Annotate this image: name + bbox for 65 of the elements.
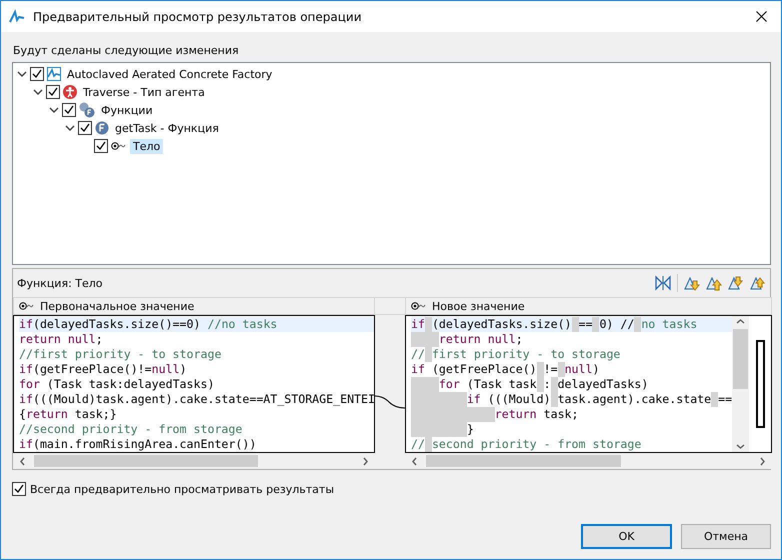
previous-change-icon[interactable] [706, 275, 722, 291]
tree-item[interactable]: Autoclaved Aerated Concrete Factory [64, 66, 276, 82]
scroll-right-icon[interactable] [362, 456, 369, 466]
code-line: return null; [19, 332, 104, 347]
code-line: if (getFreePlace() != null) [411, 362, 600, 377]
tree-item[interactable]: Функции [98, 102, 156, 118]
model-icon [47, 67, 61, 81]
window-title: Предварительный просмотр результатов операции [33, 10, 363, 24]
person-icon [63, 85, 77, 99]
new-value-label: Новое значение [432, 300, 525, 312]
code-line: for (Task task:delayedTasks) [19, 377, 216, 392]
code-line: {return task;} [19, 407, 118, 422]
code-line: } [411, 422, 732, 437]
code-line: // first priority - to storage [411, 347, 622, 362]
code-line: //first priority - to storage [19, 347, 222, 362]
ok-button[interactable]: OK [581, 524, 672, 549]
function-icon [95, 121, 109, 135]
tree-item[interactable]: getTask - Функция [112, 120, 222, 136]
next-change-icon[interactable] [684, 275, 700, 291]
scroll-left-icon[interactable] [19, 456, 26, 466]
compare-title: Функция: Тело [17, 276, 104, 290]
functions-icon [79, 102, 95, 118]
tree-checkbox[interactable] [94, 139, 108, 153]
original-value-label: Первоначальное значение [40, 300, 194, 312]
tree-checkbox[interactable] [62, 103, 76, 117]
changes-label: Будут сделаны следующие изменения [13, 44, 240, 57]
code-line: if(((Mould)task.agent).cake.state==AT_STORAGE_ENTEI [19, 392, 374, 407]
tree-checkbox[interactable] [46, 85, 60, 99]
whitespace-change-mark [711, 392, 718, 407]
scrollbar-thumb[interactable] [426, 455, 622, 467]
tree-item[interactable]: Тело [130, 138, 164, 154]
whitespace-change-mark [592, 317, 600, 332]
code-line: return task; [411, 407, 732, 422]
scroll-down-icon[interactable] [736, 443, 746, 450]
scroll-right-icon[interactable] [759, 456, 766, 466]
code-line: // second priority - from storage [411, 437, 642, 452]
close-icon[interactable] [756, 11, 767, 22]
swap-sides-icon[interactable] [655, 275, 671, 291]
diff-connector-line [375, 395, 405, 409]
always-preview-checkbox[interactable] [12, 482, 26, 496]
app-logo-icon [9, 8, 25, 24]
code-line: if(main.fromRisingArea.canEnter()) [19, 437, 258, 452]
code-body-icon [111, 142, 127, 150]
scroll-up-icon[interactable] [736, 318, 746, 325]
code-line: return null; [411, 332, 732, 347]
code-line: //second priority - from storage [19, 422, 244, 437]
tree-item[interactable]: Traverse - Тип агента [80, 84, 208, 100]
whitespace-change-mark [572, 317, 579, 332]
new-code-editor[interactable] [405, 315, 772, 453]
code-line: if (((Mould) task.agent).cake.state == [411, 392, 732, 407]
scrollbar-thumb[interactable] [34, 455, 258, 467]
scroll-left-icon[interactable] [411, 456, 418, 466]
next-difference-icon[interactable] [728, 275, 744, 291]
tree-checkbox[interactable] [78, 121, 92, 135]
scrollbar-thumb[interactable] [733, 329, 748, 389]
always-preview-label: Всегда предварительно просматривать результаты [30, 482, 334, 496]
whitespace-change-mark [634, 317, 642, 332]
previous-difference-icon[interactable] [750, 275, 766, 291]
code-body-icon [411, 302, 427, 310]
cancel-button[interactable]: Отмена [681, 524, 771, 549]
code-line: if(getFreePlace()!=null) [19, 362, 188, 377]
code-body-icon [19, 302, 35, 310]
original-code-editor[interactable] [13, 315, 375, 453]
tree-checkbox[interactable] [30, 67, 44, 81]
code-line: for (Task task : delayedTasks) [411, 377, 732, 392]
